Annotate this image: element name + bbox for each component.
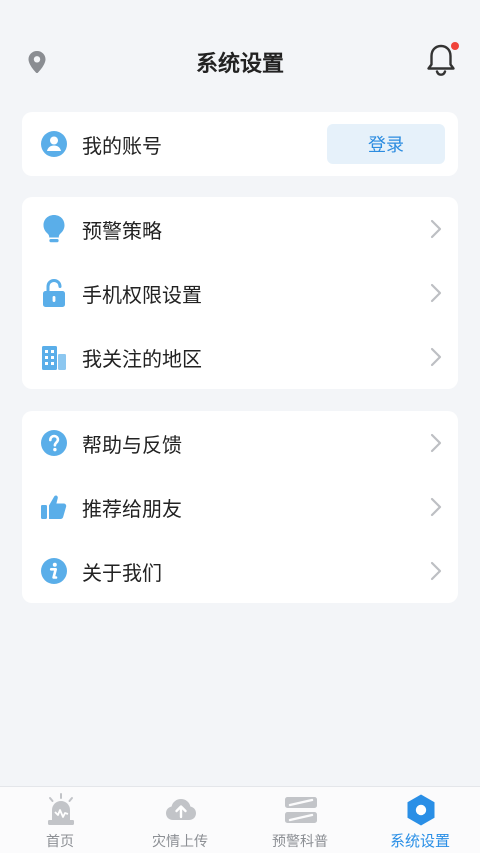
notification-dot <box>451 42 459 50</box>
help-item-feedback[interactable]: 帮助与反馈 <box>22 411 458 475</box>
account-row[interactable]: 我的账号 登录 <box>22 112 458 176</box>
account-card: 我的账号 登录 <box>22 112 458 176</box>
user-avatar-icon <box>40 130 68 158</box>
account-label: 我的账号 <box>82 133 162 158</box>
tab-label: 预警科普 <box>272 834 328 850</box>
chevron-right-icon <box>430 497 442 517</box>
knowledge-stack-icon <box>285 797 317 823</box>
question-icon <box>40 429 68 457</box>
help-item-about-us[interactable]: 关于我们 <box>22 539 458 603</box>
buildings-icon <box>40 343 68 371</box>
settings-item-warning-strategy[interactable]: 预警策略 <box>22 197 458 261</box>
chevron-right-icon <box>430 283 442 303</box>
tab-label: 灾情上传 <box>152 834 208 850</box>
settings-item-label: 手机权限设置 <box>82 282 202 307</box>
settings-hex-icon <box>407 794 435 826</box>
settings-item-label: 我关注的地区 <box>82 346 202 371</box>
tab-system-settings[interactable]: 系统设置 <box>360 787 480 853</box>
chevron-right-icon <box>430 433 442 453</box>
login-button[interactable]: 登录 <box>327 124 445 164</box>
lightbulb-icon <box>40 215 68 243</box>
thumbs-up-icon <box>40 493 68 521</box>
help-card: 帮助与反馈 推荐给朋友 关于我们 <box>22 411 458 603</box>
settings-item-label: 预警策略 <box>82 218 162 243</box>
settings-item-phone-permissions[interactable]: 手机权限设置 <box>22 261 458 325</box>
unlock-icon <box>40 278 68 307</box>
tab-home[interactable]: 首页 <box>0 787 120 853</box>
chevron-right-icon <box>430 219 442 239</box>
top-bar: 系统设置 <box>0 0 480 112</box>
chevron-right-icon <box>430 561 442 581</box>
chevron-right-icon <box>430 347 442 367</box>
tab-disaster-upload[interactable]: 灾情上传 <box>120 787 240 853</box>
tab-label: 首页 <box>46 834 74 850</box>
info-icon <box>40 557 68 585</box>
help-item-label: 推荐给朋友 <box>82 496 182 521</box>
help-item-label: 关于我们 <box>82 560 162 585</box>
settings-card: 预警策略 手机权限设置 我关注的地区 <box>22 197 458 389</box>
settings-item-followed-regions[interactable]: 我关注的地区 <box>22 325 458 389</box>
help-item-recommend[interactable]: 推荐给朋友 <box>22 475 458 539</box>
tab-warning-science[interactable]: 预警科普 <box>240 787 360 853</box>
cloud-upload-icon <box>166 799 196 820</box>
help-item-label: 帮助与反馈 <box>82 432 182 457</box>
alarm-siren-icon <box>48 793 74 825</box>
bottom-tab-bar: 首页 灾情上传 预警科普 系统设置 <box>0 786 480 853</box>
page-title: 系统设置 <box>195 52 284 77</box>
tab-label: 系统设置 <box>389 832 450 850</box>
